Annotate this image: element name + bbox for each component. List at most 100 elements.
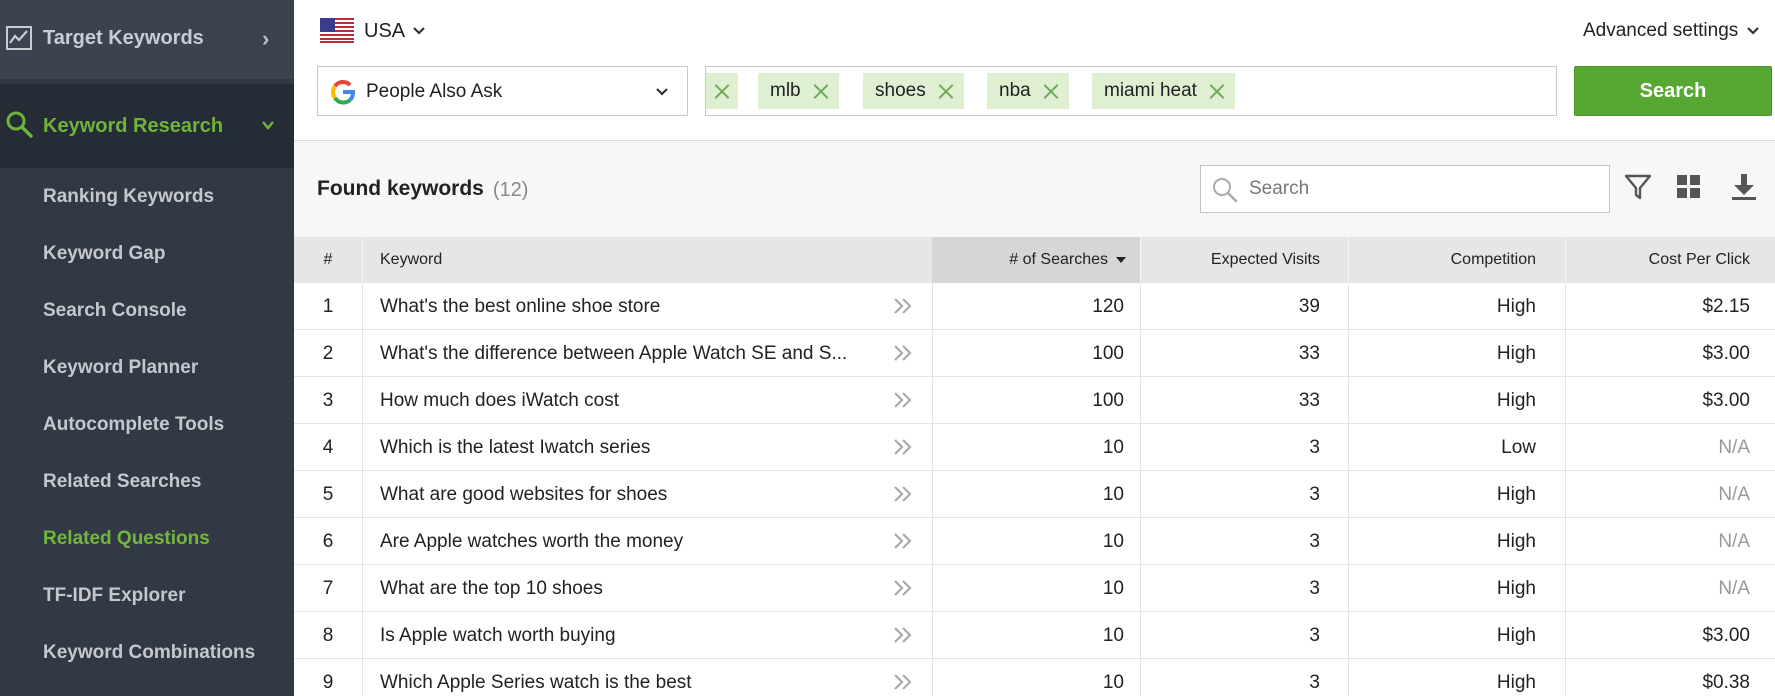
close-icon[interactable]: [714, 83, 730, 99]
tag-label: mlb: [770, 80, 801, 101]
cell-searches: 10: [1102, 483, 1124, 505]
cell-competition: High: [1496, 389, 1536, 411]
google-icon: [331, 80, 355, 105]
row-separator: [362, 565, 363, 612]
keywords-tag-input[interactable]: mlb shoes nba miami heat: [705, 66, 1557, 116]
tag-chip[interactable]: nba: [987, 73, 1069, 109]
close-icon[interactable]: [938, 83, 954, 99]
cell-keyword[interactable]: What are good websites for shoes: [380, 471, 860, 518]
cell-keyword[interactable]: Are Apple watches worth the money: [380, 518, 860, 565]
column-header-searches[interactable]: # of Searches: [932, 237, 1140, 283]
close-icon[interactable]: [813, 83, 829, 99]
sidebar-item-related-searches[interactable]: Related Searches: [43, 471, 201, 493]
column-header-competition[interactable]: Competition: [1348, 237, 1551, 283]
close-icon[interactable]: [1209, 83, 1225, 99]
table-row[interactable]: 8 Is Apple watch worth buying 10 3 High $3.00: [294, 612, 1775, 659]
sidebar-item-autocomplete-tools[interactable]: Autocomplete Tools: [43, 414, 224, 436]
table-row[interactable]: 5 What are good websites for shoes 10 3 High…: [294, 471, 1775, 518]
double-chevron-icon[interactable]: [892, 484, 914, 504]
results-search-box[interactable]: [1200, 165, 1610, 213]
table-row[interactable]: 4 Which is the latest Iwatch series 10 3 Low…: [294, 424, 1775, 471]
chevron-down-icon[interactable]: [412, 25, 426, 37]
sidebar: Target Keywords › Keyword Research Ranki…: [0, 0, 294, 696]
cell-searches: 10: [1102, 577, 1124, 599]
tag-label: miami heat: [1104, 80, 1197, 101]
cell-visits: 33: [1298, 342, 1320, 364]
row-separator: [362, 283, 363, 330]
sidebar-item-keyword-combinations[interactable]: Keyword Combinations: [43, 642, 255, 664]
cell-cpc: N/A: [1718, 436, 1750, 458]
sidebar-item-keyword-gap[interactable]: Keyword Gap: [43, 243, 165, 265]
tag-chip[interactable]: mlb: [758, 73, 839, 109]
cell-competition: Low: [1501, 436, 1536, 458]
cell-number: 3: [322, 389, 334, 411]
cell-keyword[interactable]: What's the best online shoe store: [380, 283, 860, 330]
tag-chip[interactable]: shoes: [863, 73, 964, 109]
cell-cpc: N/A: [1718, 577, 1750, 599]
close-icon[interactable]: [1043, 83, 1059, 99]
download-icon[interactable]: [1729, 172, 1759, 202]
column-separator: [362, 237, 363, 283]
sidebar-item-ranking-keywords[interactable]: Ranking Keywords: [43, 186, 214, 208]
column-header-searches-label: # of Searches: [1009, 251, 1108, 268]
table-row[interactable]: 6 Are Apple watches worth the money 10 3 Hig…: [294, 518, 1775, 565]
double-chevron-icon[interactable]: [892, 578, 914, 598]
double-chevron-icon[interactable]: [892, 672, 914, 692]
results-search-input[interactable]: [1249, 176, 1589, 202]
cell-keyword[interactable]: Which is the latest Iwatch series: [380, 424, 860, 471]
cell-keyword[interactable]: What are the top 10 shoes: [380, 565, 860, 612]
cell-keyword[interactable]: What's the difference between Apple Watc…: [380, 330, 860, 377]
cell-keyword[interactable]: Is Apple watch worth buying: [380, 612, 860, 659]
sidebar-item-related-questions[interactable]: Related Questions: [43, 528, 210, 550]
cell-cpc: $3.00: [1702, 624, 1750, 646]
cell-visits: 3: [1309, 530, 1320, 552]
grid-icon[interactable]: [1674, 172, 1704, 202]
search-button[interactable]: Search: [1574, 66, 1772, 116]
double-chevron-icon[interactable]: [892, 437, 914, 457]
country-selector[interactable]: USA: [364, 20, 405, 43]
column-header-visits[interactable]: Expected Visits: [1140, 237, 1335, 283]
table-row[interactable]: 7 What are the top 10 shoes 10 3 High N/A: [294, 565, 1775, 612]
app-window: Target Keywords › Keyword Research Ranki…: [0, 0, 1775, 696]
sidebar-item-label: Target Keywords: [43, 27, 204, 49]
double-chevron-icon[interactable]: [892, 625, 914, 645]
tag-label: nba: [999, 80, 1031, 101]
column-header-number[interactable]: #: [294, 237, 362, 283]
us-flag-icon[interactable]: [320, 18, 354, 43]
row-separator: [362, 612, 363, 659]
column-header-keyword[interactable]: Keyword: [380, 237, 860, 283]
sidebar-item-search-console[interactable]: Search Console: [43, 300, 187, 322]
cell-competition: High: [1496, 295, 1536, 317]
double-chevron-icon[interactable]: [892, 390, 914, 410]
source-dropdown-value: People Also Ask: [366, 81, 503, 102]
tag-chip[interactable]: miami heat: [1092, 73, 1235, 109]
cell-cpc: N/A: [1718, 530, 1750, 552]
table-row[interactable]: 2 What's the difference between Apple Wat…: [294, 330, 1775, 377]
tag-empty[interactable]: [706, 73, 738, 109]
advanced-settings-link[interactable]: Advanced settings: [1583, 20, 1738, 42]
cell-keyword[interactable]: Which Apple Series watch is the best: [380, 659, 860, 696]
cell-competition: High: [1496, 530, 1536, 552]
table-row[interactable]: 9 Which Apple Series watch is the best 10 3…: [294, 659, 1775, 696]
cell-competition: High: [1496, 577, 1536, 599]
cell-number: 4: [322, 436, 334, 458]
sidebar-item-keyword-research[interactable]: Keyword Research: [0, 84, 294, 168]
sidebar-item-keyword-planner[interactable]: Keyword Planner: [43, 357, 198, 379]
row-separator: [362, 330, 363, 377]
row-separator: [362, 518, 363, 565]
table-row[interactable]: 3 How much does iWatch cost 100 33 High $3.00: [294, 377, 1775, 424]
cell-number: 6: [322, 530, 334, 552]
cell-searches: 10: [1102, 624, 1124, 646]
cell-keyword[interactable]: How much does iWatch cost: [380, 377, 860, 424]
double-chevron-icon[interactable]: [892, 531, 914, 551]
double-chevron-icon[interactable]: [892, 343, 914, 363]
sort-desc-icon: [1116, 257, 1126, 263]
column-header-cpc[interactable]: Cost Per Click: [1565, 237, 1765, 283]
filter-icon[interactable]: [1623, 172, 1653, 202]
sidebar-item-tf-idf-explorer[interactable]: TF-IDF Explorer: [43, 585, 186, 607]
chevron-down-icon[interactable]: [1746, 25, 1760, 37]
table-row[interactable]: 1 What's the best online shoe store 120 39 H…: [294, 283, 1775, 330]
source-dropdown[interactable]: People Also Ask: [317, 66, 688, 116]
sidebar-item-target-keywords[interactable]: Target Keywords ›: [0, 0, 294, 79]
double-chevron-icon[interactable]: [892, 296, 914, 316]
